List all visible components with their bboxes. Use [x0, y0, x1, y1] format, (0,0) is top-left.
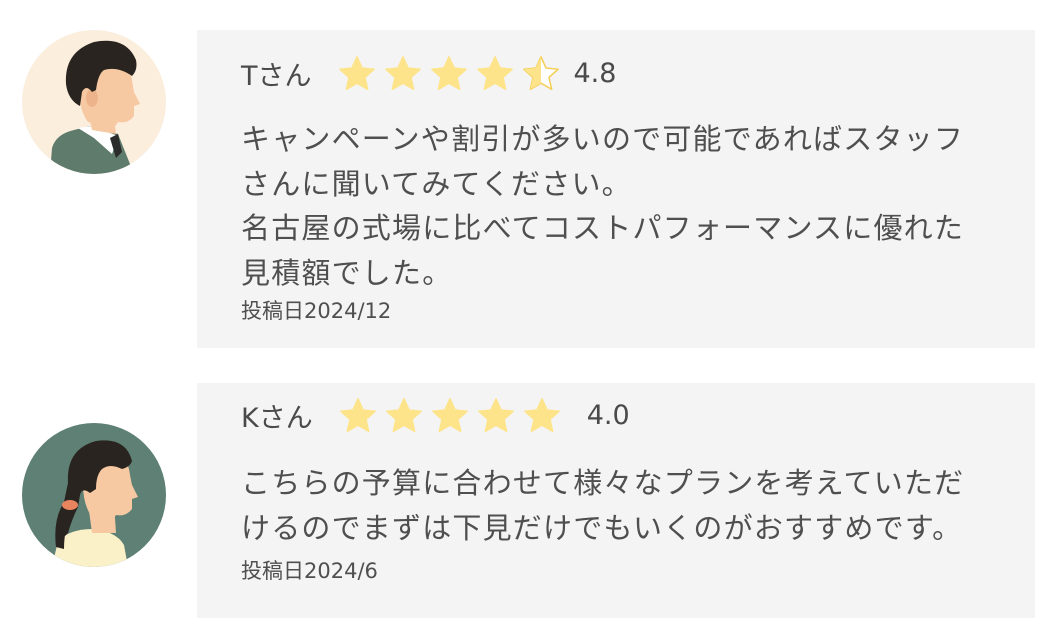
reviewer-name: Tさん	[241, 60, 312, 92]
star-full-icon	[431, 398, 468, 433]
review-text-line: けるのでまずは下見だけでもいくのがおすすめです。	[241, 510, 963, 545]
review-text: キャンペーンや割引が多いので可能であればスタッフ さんに聞いてみてください。 名…	[241, 117, 1021, 295]
woman-avatar-icon	[22, 423, 166, 567]
star-full-icon	[523, 398, 560, 433]
star-half-icon	[522, 56, 559, 91]
review-card: Kさん 4.0 こちらの予算に合わせて様々なプランを考えていただ けるのでまずは…	[197, 383, 1035, 618]
review-text: こちらの予算に合わせて様々なプランを考えていただ けるのでまずは下見だけでもいく…	[241, 461, 1021, 550]
reviewer-name: Kさん	[241, 402, 313, 434]
star-rating	[339, 397, 569, 433]
review-text-line: キャンペーンや割引が多いので可能であればスタッフ	[241, 122, 965, 156]
review-text-line: 見積額でした。	[241, 255, 453, 290]
review-header: Kさん 4.0	[241, 395, 630, 435]
star-full-icon	[476, 56, 513, 91]
review-text-line: 名古屋の式場に比べてコストパフォーマンスに優れた	[241, 211, 965, 245]
review-item: Kさん 4.0 こちらの予算に合わせて様々なプランを考えていただ けるのでまずは…	[0, 378, 1060, 628]
man-avatar-icon	[22, 30, 166, 174]
star-full-icon	[385, 398, 422, 433]
review-card: Tさん 4.8 キャンペーンや割引が多いので可能であればスタッフ さんに聞いてみ…	[197, 30, 1035, 348]
post-date: 投稿日2024/6	[241, 559, 378, 583]
post-date: 投稿日2024/12	[241, 299, 392, 323]
review-header: Tさん 4.8	[241, 53, 616, 93]
star-full-icon	[384, 56, 421, 91]
star-full-icon	[477, 398, 514, 433]
star-rating	[338, 55, 568, 91]
star-full-icon	[339, 398, 376, 433]
review-text-line: こちらの予算に合わせて様々なプランを考えていただ	[241, 466, 965, 500]
review-item: Tさん 4.8 キャンペーンや割引が多いので可能であればスタッフ さんに聞いてみ…	[0, 0, 1060, 360]
star-full-icon	[338, 56, 375, 91]
rating-value: 4.8	[573, 57, 617, 89]
rating-value: 4.0	[586, 399, 630, 431]
review-text-line: さんに聞いてみてください。	[241, 166, 632, 201]
star-full-icon	[430, 56, 467, 91]
